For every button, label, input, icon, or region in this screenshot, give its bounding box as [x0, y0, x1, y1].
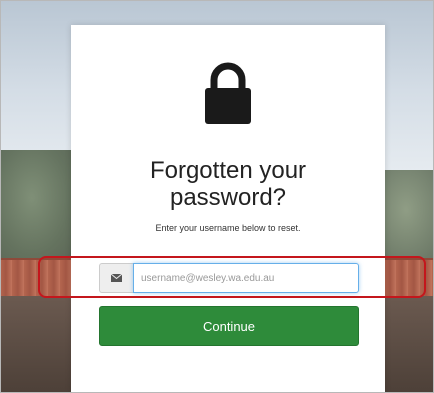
- continue-button-label: Continue: [202, 318, 256, 334]
- username-input[interactable]: [133, 263, 359, 293]
- background-tree-left: [0, 150, 80, 270]
- page-title: Forgotten your password?: [71, 157, 385, 211]
- continue-button[interactable]: Continue: [99, 306, 359, 346]
- lock-icon: [205, 62, 251, 124]
- envelope-icon: [99, 263, 133, 293]
- instruction-text: Enter your username below to reset.: [155, 223, 301, 233]
- page-title-line-2: password?: [169, 184, 287, 211]
- username-input-group: [99, 263, 359, 293]
- page-title-line-1: Forgotten your: [149, 157, 307, 184]
- reset-password-card: Forgotten your password? Enter your user…: [71, 25, 385, 393]
